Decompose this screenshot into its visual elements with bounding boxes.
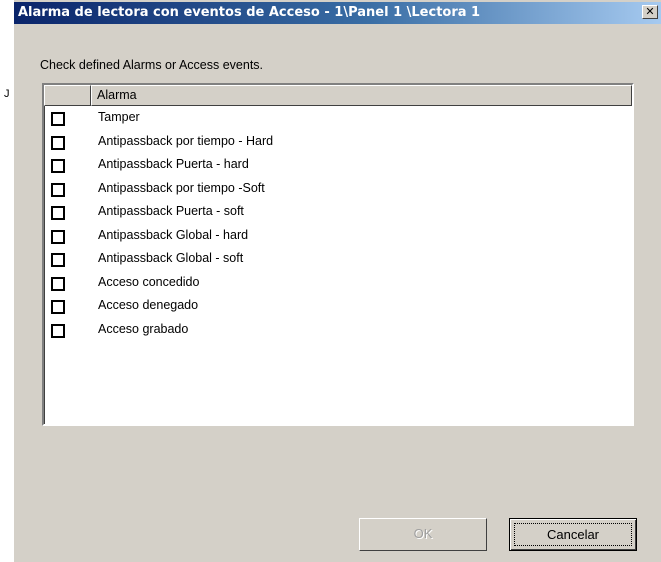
list-item[interactable]: Antipassback Puerta - soft — [44, 202, 632, 226]
alarm-label: Acceso grabado — [98, 321, 189, 336]
alarm-label: Acceso concedido — [98, 274, 200, 289]
alarm-checkbox[interactable] — [51, 276, 65, 291]
list-item[interactable]: Acceso denegado — [44, 296, 632, 320]
alarm-label: Antipassback por tiempo - Hard — [98, 133, 274, 148]
list-item[interactable]: Tamper — [44, 108, 632, 132]
alarm-label: Acceso denegado — [98, 298, 199, 312]
alarm-label: Antipassback Global - hard — [98, 227, 249, 242]
alarm-checkbox[interactable] — [51, 159, 65, 173]
alarm-checkbox[interactable] — [51, 135, 65, 150]
alarm-dialog: Alarma de lectora con eventos de Acceso … — [14, 0, 661, 562]
cancel-button[interactable]: Cancelar — [509, 518, 637, 551]
list-item[interactable]: Antipassback Global - soft — [44, 249, 632, 273]
alarm-list[interactable]: Alarma Tamper Antipassback por tiempo - … — [42, 83, 634, 426]
column-header-check[interactable] — [44, 85, 91, 106]
alarm-label: Antipassback por tiempo -Soft — [98, 180, 265, 195]
alarm-label: Antipassback Puerta - hard — [98, 157, 249, 171]
column-header-alarma[interactable]: Alarma — [91, 85, 632, 106]
instructions-label: Check defined Alarms or Access events. — [40, 58, 264, 72]
cancel-button-label: Cancelar — [514, 523, 632, 546]
alarm-label: Antipassback Puerta - soft — [98, 204, 244, 218]
background-window-edge: J — [0, 0, 14, 562]
alarm-checkbox[interactable] — [51, 323, 65, 338]
alarm-checkbox[interactable] — [51, 253, 65, 267]
list-item[interactable]: Antipassback por tiempo -Soft — [44, 179, 632, 203]
title-bar[interactable]: Alarma de lectora con eventos de Acceso … — [14, 2, 661, 24]
close-glyph: ✕ — [645, 5, 655, 18]
close-icon[interactable]: ✕ — [642, 5, 658, 19]
alarm-label: Tamper — [98, 110, 140, 124]
list-item[interactable]: Acceso grabado — [44, 320, 632, 344]
alarm-checkbox[interactable] — [51, 112, 65, 126]
alarm-checkbox[interactable] — [51, 206, 65, 220]
background-window-fragment: J — [4, 88, 10, 100]
list-item[interactable]: Antipassback Global - hard — [44, 226, 632, 250]
alarm-checkbox[interactable] — [51, 182, 65, 197]
dialog-title: Alarma de lectora con eventos de Acceso … — [18, 5, 481, 20]
alarm-label: Antipassback Global - soft — [98, 251, 244, 265]
list-item[interactable]: Acceso concedido — [44, 273, 632, 297]
alarm-checkbox[interactable] — [51, 229, 65, 244]
alarm-checkbox[interactable] — [51, 300, 65, 314]
list-rows: Tamper Antipassback por tiempo - Hard An… — [44, 108, 632, 343]
list-item[interactable]: Antipassback por tiempo - Hard — [44, 132, 632, 156]
list-header: Alarma — [44, 85, 632, 106]
ok-button[interactable]: OK — [359, 518, 487, 551]
list-item[interactable]: Antipassback Puerta - hard — [44, 155, 632, 179]
